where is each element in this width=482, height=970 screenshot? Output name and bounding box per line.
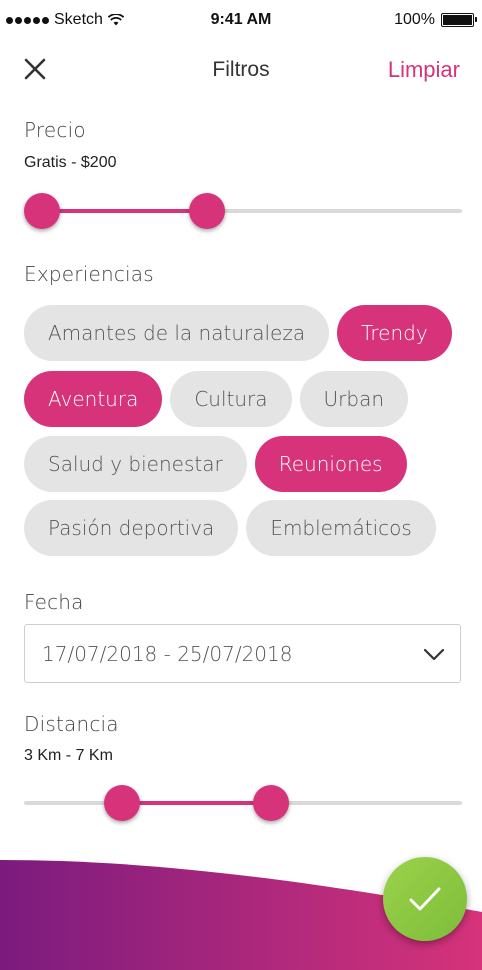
chip-row: Salud y bienestar Reuniones bbox=[24, 436, 415, 492]
chip-cultura[interactable]: Cultura bbox=[170, 371, 292, 427]
price-min-handle[interactable] bbox=[24, 193, 60, 229]
price-label: Precio bbox=[24, 118, 86, 142]
battery-percent: 100% bbox=[394, 11, 435, 28]
chip-row: Aventura Cultura Urban bbox=[24, 371, 416, 427]
date-label: Fecha bbox=[24, 590, 84, 614]
price-slider[interactable] bbox=[24, 191, 462, 231]
distance-value: 3 Km - 7 Km bbox=[24, 747, 113, 764]
chip-reuniones[interactable]: Reuniones bbox=[254, 436, 407, 492]
distance-label: Distancia bbox=[24, 712, 119, 736]
distance-slider[interactable] bbox=[24, 783, 462, 823]
chip-trendy[interactable]: Trendy bbox=[337, 305, 452, 361]
chip-row: Amantes de la naturaleza Trendy bbox=[24, 305, 460, 361]
distance-min-handle[interactable] bbox=[104, 785, 141, 821]
nav-bar: Filtros Limpiar bbox=[0, 40, 482, 100]
apply-filters-button[interactable] bbox=[383, 857, 467, 941]
distance-max-handle[interactable] bbox=[253, 785, 290, 821]
chip-pasion-deportiva[interactable]: Pasión deportiva bbox=[24, 500, 239, 556]
status-bar: Sketch 9:41 AM 100% bbox=[0, 0, 482, 40]
chevron-down-icon bbox=[423, 648, 445, 661]
check-icon bbox=[409, 887, 441, 911]
date-range-value: 17/07/2018 - 25/07/2018 bbox=[42, 642, 293, 666]
chip-aventura[interactable]: Aventura bbox=[24, 371, 163, 427]
distance-slider-fill bbox=[122, 801, 272, 805]
battery-icon bbox=[441, 13, 477, 27]
experiences-label: Experiencias bbox=[24, 262, 154, 286]
price-max-handle[interactable] bbox=[188, 193, 225, 229]
chip-emblematicos[interactable]: Emblemáticos bbox=[246, 500, 436, 556]
status-battery: 100% bbox=[394, 11, 477, 29]
chip-urban[interactable]: Urban bbox=[299, 371, 409, 427]
chip-salud-y-bienestar[interactable]: Salud y bienestar bbox=[24, 436, 247, 492]
date-range-select[interactable]: 17/07/2018 - 25/07/2018 bbox=[24, 624, 461, 683]
chip-amantes-de-la-naturaleza[interactable]: Amantes de la naturaleza bbox=[24, 305, 330, 361]
price-slider-fill bbox=[42, 209, 207, 213]
chip-row: Pasión deportiva Emblemáticos bbox=[24, 500, 444, 556]
price-value: Gratis - $200 bbox=[24, 154, 117, 171]
clear-button[interactable]: Limpiar bbox=[388, 57, 460, 83]
